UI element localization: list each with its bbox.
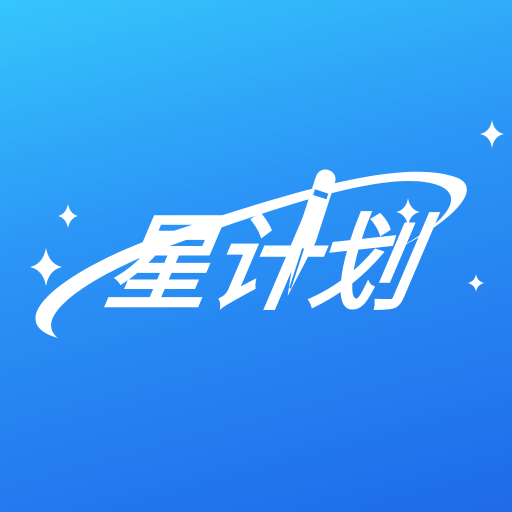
sparkle-star-icon [468,274,484,292]
logo-text: 星计划 [98,204,442,325]
sparkle-star-icon [58,204,78,228]
app-icon: 星计划 [0,0,512,512]
app-icon-artwork: 星计划 [30,120,504,338]
sparkle-star-icon [480,120,504,148]
sparkle-star-icon [30,248,62,286]
